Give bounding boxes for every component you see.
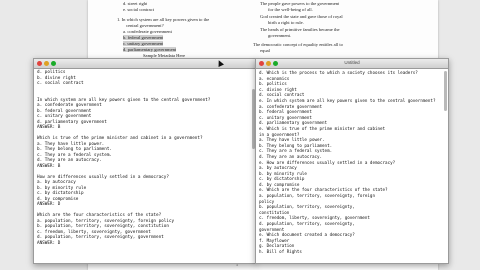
minimize-icon[interactable]: [44, 61, 49, 66]
doc-line: equal: [260, 48, 270, 53]
doc-line: b. federal government: [123, 35, 164, 40]
doc-line: d. street right: [123, 1, 148, 6]
close-icon[interactable]: [37, 61, 42, 66]
doc-line: birth a right to rule.: [268, 20, 304, 25]
left-text-area[interactable]: d. politics b. divine right c. social co…: [34, 69, 256, 247]
doc-line: The democratic concept of equality entit…: [253, 42, 343, 47]
left-text-content[interactable]: d. politics b. divine right c. social co…: [37, 70, 253, 246]
right-text-content[interactable]: d. Which is the process to which a socie…: [259, 70, 445, 255]
doc-line: d. parliamentary government: [123, 47, 177, 52]
maximize-icon[interactable]: [51, 61, 56, 66]
doc-line: c. unitary government: [123, 41, 164, 46]
right-window-titlebar[interactable]: Untitled: [256, 59, 448, 69]
doc-line: for the well-being of all.: [268, 7, 313, 12]
right-editor-window[interactable]: Untitled d. Which is the process to whic…: [255, 58, 449, 264]
doc-line: The heads of primitive families became t…: [260, 27, 340, 32]
doc-line: God created the state and gave those of …: [260, 14, 343, 19]
doc-line: central government?: [126, 23, 164, 28]
window-title: Untitled: [344, 60, 360, 65]
left-editor-window[interactable]: d. politics b. divine right c. social co…: [33, 58, 257, 264]
doc-line: The people gave powers to the government: [260, 1, 340, 6]
scrollbar-thumb[interactable]: [444, 71, 447, 111]
doc-line: e. social contract: [123, 7, 154, 12]
right-text-area[interactable]: d. Which is the process to which a socie…: [256, 69, 448, 256]
doc-line: 1. In which system are all key powers gi…: [117, 17, 210, 22]
doc-line: a. confederate government: [123, 29, 172, 34]
doc-line: government.: [268, 33, 292, 38]
